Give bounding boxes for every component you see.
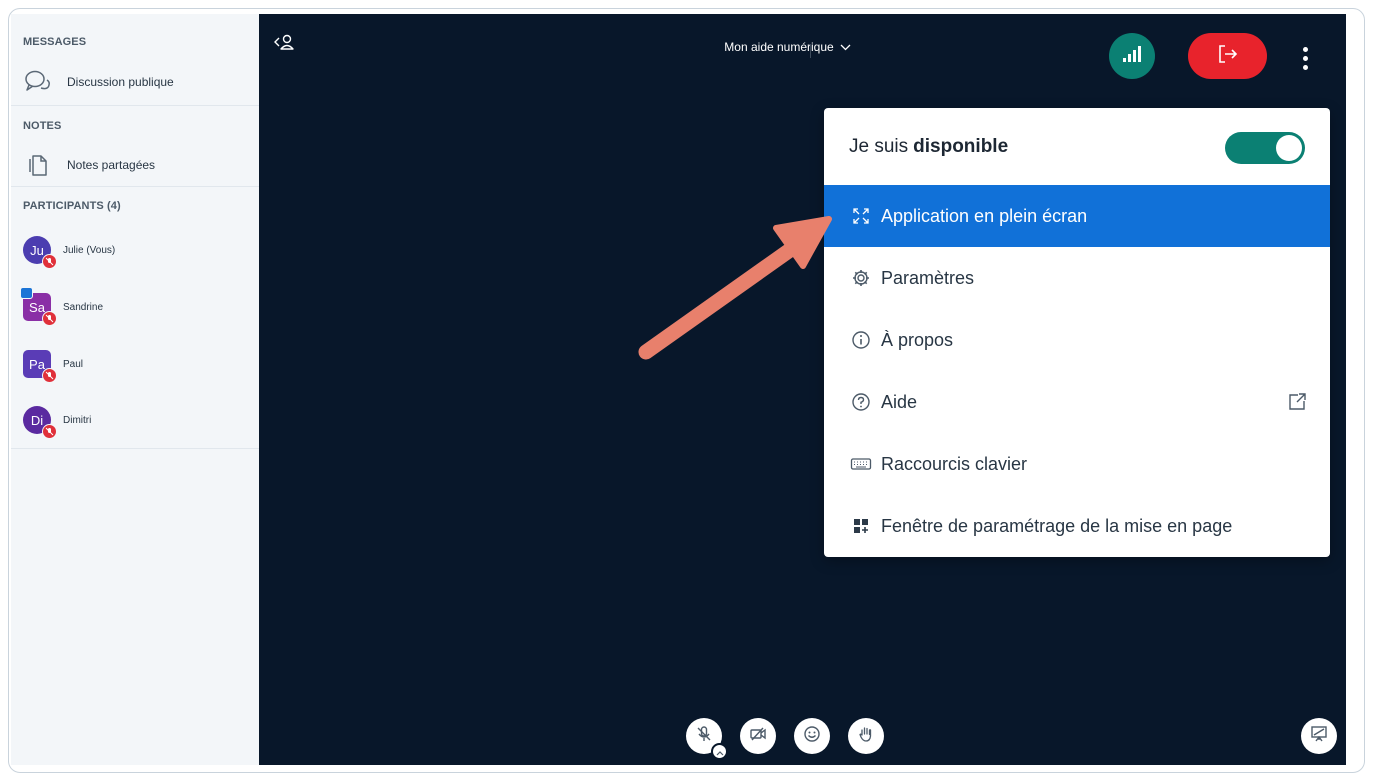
sidebar: MESSAGES Discussion publique NOTES Notes…: [11, 14, 259, 765]
menu-item-about[interactable]: À propos: [824, 309, 1330, 371]
participant-name: Dimitri: [63, 414, 92, 426]
participant-name: Julie (Vous): [63, 244, 116, 256]
notes-icon: [21, 148, 55, 182]
external-link-icon: [1286, 391, 1308, 413]
muted-mic-icon: [42, 368, 57, 383]
keyboard-icon: [850, 453, 872, 475]
participant-julie[interactable]: Ju Julie (Vous): [23, 230, 257, 270]
menu-item-layout[interactable]: Fenêtre de paramétrage de la mise en pag…: [824, 495, 1330, 557]
participant-paul[interactable]: Pa Paul: [23, 344, 257, 384]
info-icon: [850, 329, 872, 351]
menu-item-fullscreen[interactable]: Application en plein écran: [824, 185, 1330, 247]
connection-status-button[interactable]: [1109, 33, 1155, 79]
camera-button[interactable]: [740, 718, 776, 754]
separator: [810, 44, 811, 58]
raise-hand-button[interactable]: [848, 718, 884, 754]
muted-mic-icon: [42, 254, 57, 269]
reactions-button[interactable]: [794, 718, 830, 754]
avatar: Di: [23, 406, 57, 439]
shared-notes-item[interactable]: Notes partagées: [21, 148, 257, 182]
divider: [11, 105, 259, 106]
mute-button[interactable]: [686, 718, 728, 760]
menu-item-settings[interactable]: Paramètres: [824, 247, 1330, 309]
presentation-icon: [1310, 725, 1328, 748]
gear-icon: [850, 267, 872, 289]
layout-icon: [850, 515, 872, 537]
avatar: Ju: [23, 236, 57, 269]
shared-notes-label: Notes partagées: [67, 158, 156, 172]
availability-row: Je suis disponible: [824, 108, 1330, 185]
chevron-down-icon: [840, 40, 851, 54]
leave-icon: [1217, 44, 1239, 69]
leave-meeting-button[interactable]: [1188, 33, 1267, 79]
availability-prefix: Je suis: [849, 135, 909, 157]
audio-settings-button[interactable]: [711, 743, 728, 760]
smiley-icon: [803, 725, 821, 748]
menu-item-label: Aide: [881, 391, 918, 412]
hand-icon: [857, 725, 875, 748]
menu-item-shortcuts[interactable]: Raccourcis clavier: [824, 433, 1330, 495]
presenter-icon: [20, 287, 33, 299]
options-menu: Je suis disponible Application en plein …: [824, 108, 1330, 557]
options-button[interactable]: [1295, 41, 1315, 75]
muted-mic-icon: [42, 311, 57, 326]
divider: [11, 448, 259, 449]
fullscreen-icon: [850, 205, 872, 227]
avatar: Sa: [20, 287, 57, 326]
participant-name: Sandrine: [63, 301, 104, 313]
avatar: Pa: [23, 350, 57, 383]
menu-item-label: Fenêtre de paramétrage de la mise en pag…: [881, 515, 1233, 536]
menu-item-label: Application en plein écran: [881, 205, 1088, 226]
availability-status: disponible: [913, 135, 1009, 157]
menu-item-label: À propos: [881, 329, 954, 350]
help-icon: [850, 391, 872, 413]
participant-dimitri[interactable]: Di Dimitri: [23, 400, 257, 440]
chevron-up-icon: [716, 743, 724, 761]
menu-item-label: Paramètres: [881, 267, 975, 288]
public-chat-label: Discussion publique: [67, 75, 174, 89]
meeting-title[interactable]: Mon aide numérique: [259, 40, 1346, 54]
availability-toggle[interactable]: [1225, 132, 1305, 164]
divider: [11, 186, 259, 187]
participants-section-title: PARTICIPANTS (4): [23, 200, 121, 212]
muted-mic-icon: [695, 725, 713, 748]
participant-name: Paul: [63, 358, 84, 370]
menu-item-help[interactable]: Aide: [824, 371, 1330, 433]
menu-item-label: Raccourcis clavier: [881, 453, 1028, 474]
participant-sandrine[interactable]: Sa Sandrine: [20, 287, 257, 327]
camera-off-icon: [749, 725, 767, 748]
muted-mic-icon: [42, 424, 57, 439]
notes-section-title: NOTES: [23, 120, 62, 132]
signal-bars-icon: [1121, 44, 1143, 69]
public-chat-item[interactable]: Discussion publique: [21, 65, 257, 99]
messages-section-title: MESSAGES: [23, 36, 87, 48]
chat-bubbles-icon: [21, 65, 55, 99]
presentation-button[interactable]: [1301, 718, 1337, 754]
more-vertical-icon: [1302, 46, 1308, 52]
